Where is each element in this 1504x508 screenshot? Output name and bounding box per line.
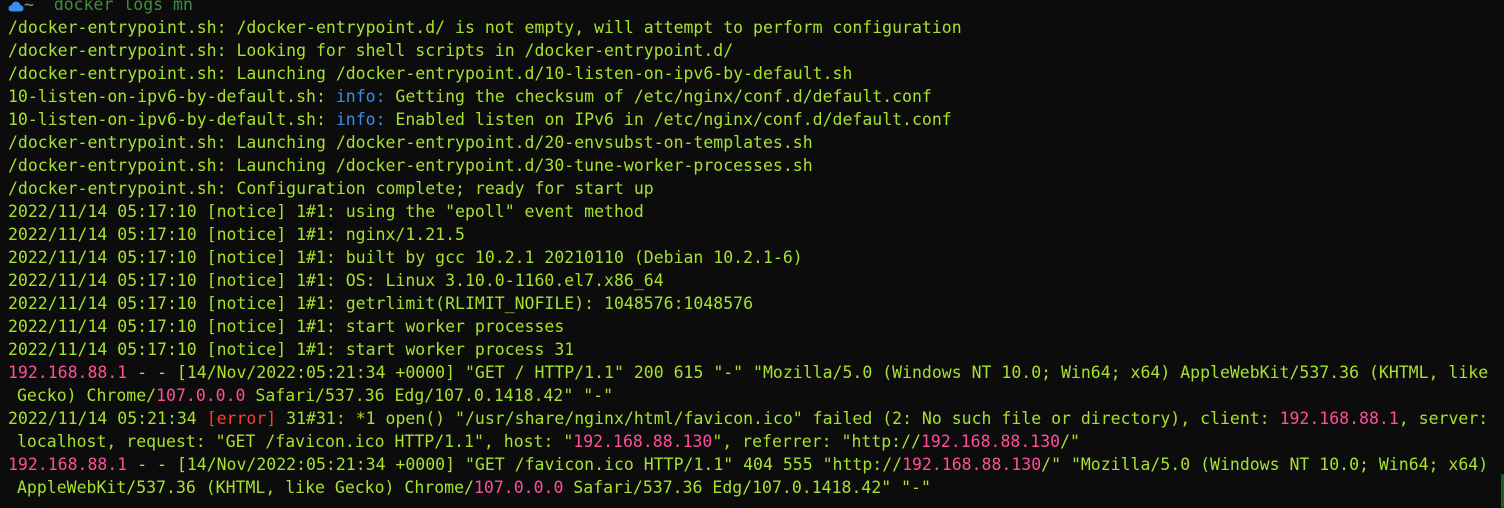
- log-line-info: 10-listen-on-ipv6-by-default.sh: info: G…: [8, 85, 1504, 108]
- log-line: 2022/11/14 05:17:10 [notice] 1#1: start …: [8, 317, 565, 336]
- log-line: /docker-entrypoint.sh: Looking for shell…: [8, 41, 734, 60]
- log-text: - - [14/Nov/2022:05:21:34 +0000] "GET / …: [127, 363, 1489, 382]
- log-text: 31#31: *1 open() "/usr/share/nginx/html/…: [276, 409, 1280, 428]
- log-text: Enabled listen on IPv6 in /etc/nginx/con…: [385, 110, 952, 129]
- log-line: 2022/11/14 05:17:10 [notice] 1#1: start …: [8, 340, 575, 359]
- client-ip: 192.168.88.1: [8, 455, 128, 474]
- prompt-line: ~ docker logs mn: [8, 0, 1504, 16]
- log-time: 2022/11/14 05:21:34: [8, 409, 207, 428]
- log-line: 2022/11/14 05:17:10 [notice] 1#1: OS: Li…: [8, 271, 664, 290]
- log-text: /": [1060, 432, 1080, 451]
- log-line: 2022/11/14 05:17:10 [notice] 1#1: getrli…: [8, 294, 754, 313]
- log-text: ", referrer: "http://: [712, 432, 921, 451]
- log-line: 2022/11/14 05:17:10 [notice] 1#1: nginx/…: [8, 225, 465, 244]
- log-line: /docker-entrypoint.sh: Configuration com…: [8, 179, 654, 198]
- info-tag: info:: [335, 87, 386, 106]
- log-line: /docker-entrypoint.sh: Launching /docker…: [8, 64, 853, 83]
- access-log-line: 192.168.88.1 - - [14/Nov/2022:05:21:34 +…: [8, 453, 1504, 476]
- log-text: Gecko) Chrome/: [17, 386, 157, 405]
- referrer-ip: 192.168.88.130: [902, 455, 1042, 474]
- log-text: Getting the checksum of /etc/nginx/conf.…: [385, 87, 932, 106]
- log-line: /docker-entrypoint.sh: Launching /docker…: [8, 156, 813, 175]
- log-text: /" "Mozilla/5.0 (Windows NT 10.0; Win64;…: [1041, 455, 1489, 474]
- info-tag: info:: [335, 110, 386, 129]
- terminal-output[interactable]: ~ docker logs mn /docker-entrypoint.sh: …: [0, 0, 1504, 508]
- referrer-ip: 192.168.88.130: [921, 432, 1061, 451]
- error-log-line: 2022/11/14 05:21:34 [error] 31#31: *1 op…: [8, 407, 1504, 430]
- log-prefix: 10-listen-on-ipv6-by-default.sh:: [8, 87, 336, 106]
- log-line: /docker-entrypoint.sh: /docker-entrypoin…: [8, 18, 962, 37]
- client-ip: 192.168.88.1: [8, 363, 128, 382]
- log-line: 2022/11/14 05:17:10 [notice] 1#1: using …: [8, 202, 644, 221]
- log-line: 2022/11/14 05:17:10 [notice] 1#1: built …: [8, 248, 803, 267]
- prompt-tilde: ~: [24, 0, 34, 14]
- log-text: , server:: [1398, 409, 1489, 428]
- access-log-line-cont: Gecko) Chrome/107.0.0.0 Safari/537.36 Ed…: [8, 384, 1504, 407]
- chrome-version: 107.0.0.0: [156, 386, 246, 405]
- host-ip: 192.168.88.130: [573, 432, 713, 451]
- log-text: - - [14/Nov/2022:05:21:34 +0000] "GET /f…: [127, 455, 903, 474]
- access-log-line: 192.168.88.1 - - [14/Nov/2022:05:21:34 +…: [8, 361, 1504, 384]
- log-text: Safari/537.36 Edg/107.0.1418.42" "-": [563, 478, 931, 497]
- log-text: AppleWebKit/537.36 (KHTML, like Gecko) C…: [17, 478, 474, 497]
- error-tag: [error]: [206, 409, 277, 428]
- log-text: Safari/537.36 Edg/107.0.1418.42" "-": [245, 386, 614, 405]
- access-log-line-cont: AppleWebKit/537.36 (KHTML, like Gecko) C…: [8, 476, 1504, 499]
- client-ip: 192.168.88.1: [1279, 409, 1399, 428]
- prompt-command: docker logs mn: [53, 0, 193, 14]
- log-line: /docker-entrypoint.sh: Launching /docker…: [8, 133, 813, 152]
- cloud-icon: [8, 1, 24, 12]
- error-log-line-cont: localhost, request: "GET /favicon.ico HT…: [8, 430, 1504, 453]
- chrome-version: 107.0.0.0: [473, 478, 564, 497]
- log-text: localhost, request: "GET /favicon.ico HT…: [17, 432, 574, 451]
- log-prefix: 10-listen-on-ipv6-by-default.sh:: [8, 110, 336, 129]
- log-line-info: 10-listen-on-ipv6-by-default.sh: info: E…: [8, 108, 1504, 131]
